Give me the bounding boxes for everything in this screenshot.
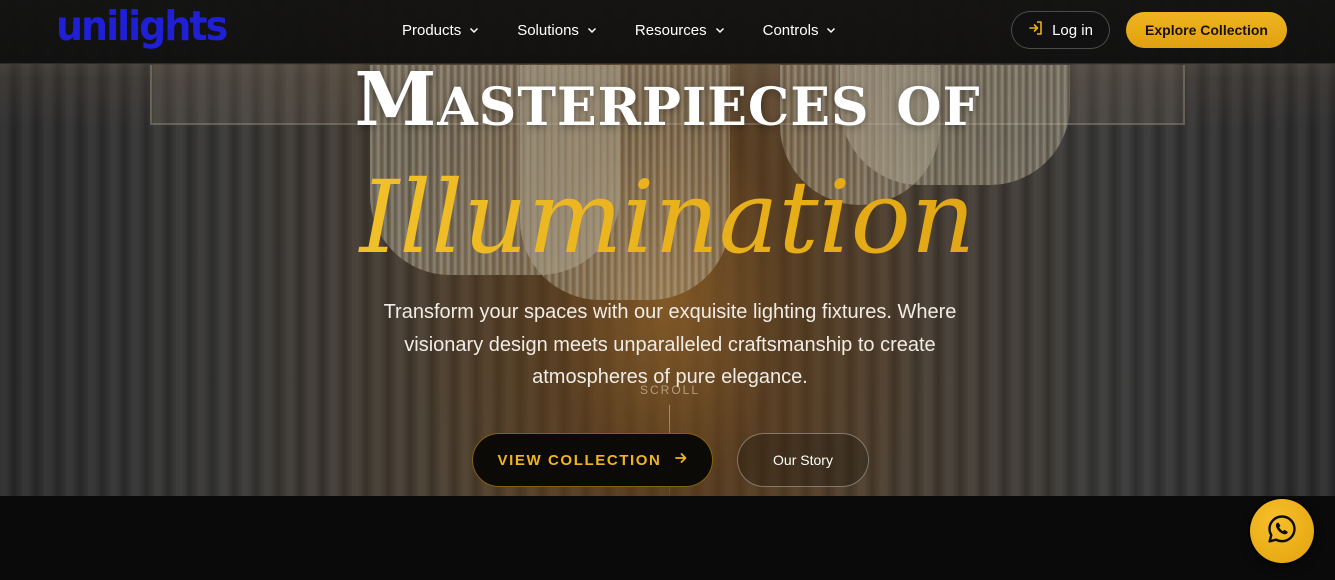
chevron-down-icon <box>826 25 836 35</box>
top-navigation: unilights Products Solutions Resources C… <box>0 0 1335 64</box>
whatsapp-icon <box>1266 513 1298 549</box>
our-story-label: Our Story <box>773 452 833 468</box>
explore-collection-button[interactable]: Explore Collection <box>1126 12 1287 48</box>
chevron-down-icon <box>469 25 479 35</box>
hero-headline: Masterpieces of <box>354 57 981 143</box>
nav-item-label: Resources <box>634 21 707 39</box>
login-arrow-icon <box>1028 20 1044 40</box>
nav-item-solutions[interactable]: Solutions <box>517 22 597 39</box>
hero-subtitle: Transform your spaces with our exquisite… <box>383 301 957 388</box>
chevron-down-icon <box>587 25 597 35</box>
login-label: Log in <box>1052 21 1093 39</box>
nav-item-label: Products <box>402 21 462 39</box>
scroll-indicator-label: SCROLL <box>639 383 701 397</box>
brand-logo[interactable]: unilights <box>56 2 228 50</box>
our-story-button[interactable]: Our Story <box>737 433 869 487</box>
next-section <box>0 496 1335 580</box>
view-collection-button[interactable]: VIEW COLLECTION <box>472 433 713 487</box>
login-button[interactable]: Log in <box>1011 11 1110 49</box>
view-collection-label: VIEW COLLECTION <box>497 451 662 469</box>
nav-item-products[interactable]: Products <box>402 22 479 39</box>
arrow-right-icon <box>674 451 688 469</box>
nav-item-label: Solutions <box>517 21 579 39</box>
hero-headline-accent: Illumination <box>0 158 1335 278</box>
whatsapp-chat-button[interactable] <box>1250 499 1314 563</box>
chevron-down-icon <box>715 25 725 35</box>
main-menu: Products Solutions Resources Controls <box>402 0 836 60</box>
nav-item-resources[interactable]: Resources <box>635 22 725 39</box>
nav-item-label: Controls <box>762 21 819 39</box>
nav-item-controls[interactable]: Controls <box>763 22 837 39</box>
